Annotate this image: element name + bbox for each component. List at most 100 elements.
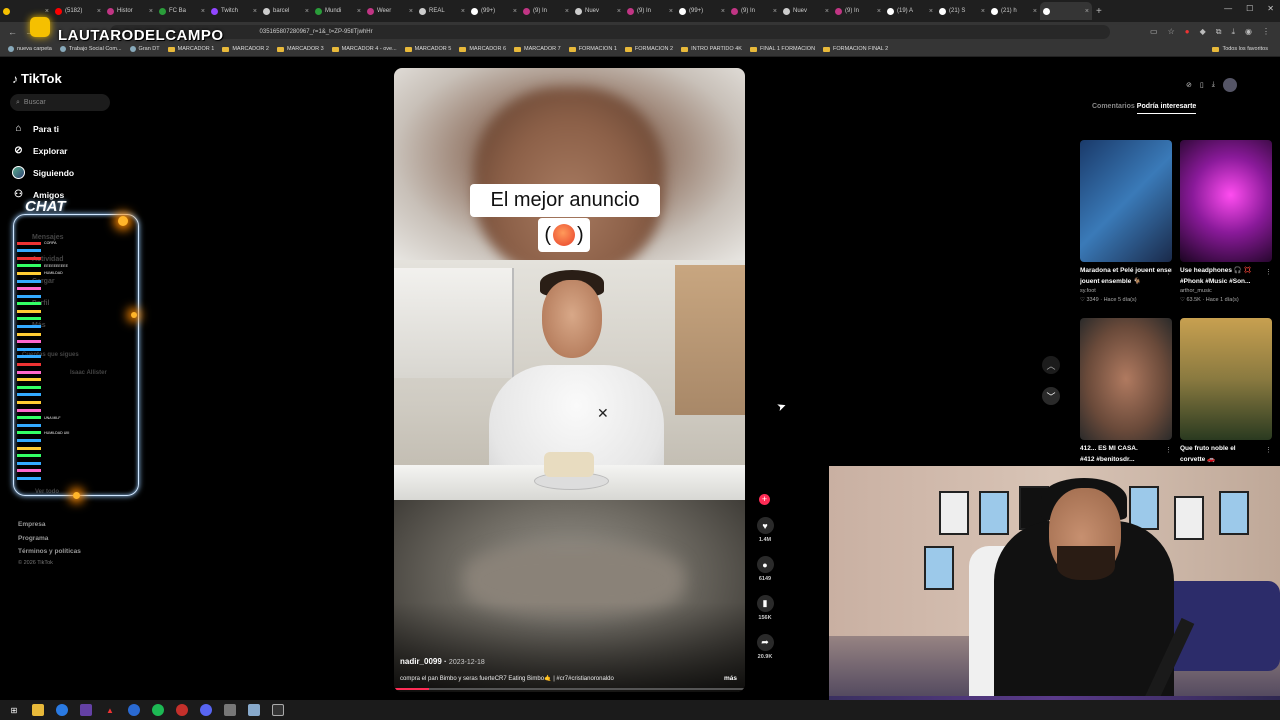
tab-close-icon[interactable]: × (773, 8, 777, 15)
minimize-icon[interactable]: — (1224, 4, 1232, 13)
browser-tab[interactable]: REAL × (416, 2, 468, 20)
previous-video-button[interactable]: ︿ (1042, 356, 1060, 374)
tab-podria-interesarte[interactable]: Podría interesarte (1136, 103, 1197, 114)
card-author[interactable]: sy.foot (1080, 287, 1172, 296)
bookmark-item[interactable]: MARCADOR 5 (404, 46, 451, 52)
download-app-icon[interactable]: ⤓ (1212, 81, 1215, 89)
video-thumbnail[interactable] (1180, 140, 1272, 262)
bookmark-star-icon[interactable]: ☆ (1168, 27, 1175, 37)
browser-tab[interactable]: barcel × (260, 2, 312, 20)
app-grid-icon[interactable] (80, 704, 92, 716)
tab-close-icon[interactable]: × (201, 8, 205, 15)
file-explorer-icon[interactable] (32, 704, 44, 716)
browser-tab[interactable]: (99+) × (676, 2, 728, 20)
close-window-icon[interactable]: ✕ (1267, 4, 1274, 13)
discord-icon[interactable] (200, 704, 212, 716)
tab-close-icon[interactable]: × (461, 8, 465, 15)
save-action[interactable]: ▮ 156K (754, 595, 776, 621)
footer-programa[interactable]: Programa (18, 535, 48, 542)
tiktok-logo[interactable]: ♪ TikTok (12, 71, 62, 86)
tab-close-icon[interactable]: × (877, 8, 881, 15)
browser-tab[interactable]: × (1040, 2, 1092, 20)
tab-close-icon[interactable]: × (825, 8, 829, 15)
tab-close-icon[interactable]: × (1033, 8, 1037, 15)
bookmark-item[interactable]: MARCADOR 6 (459, 46, 506, 52)
bookmark-item[interactable]: FORMACION FINAL 2 (823, 46, 888, 52)
footer-empresa[interactable]: Empresa (18, 521, 45, 528)
extension-icon[interactable]: ◆ (1200, 27, 1206, 37)
tab-close-icon[interactable]: × (929, 8, 933, 15)
nav-siguiendo[interactable]: Siguiendo (12, 166, 74, 179)
settings-icon[interactable]: ⊘ (1186, 81, 1192, 89)
new-tab-button[interactable]: + (1096, 6, 1102, 17)
notes-icon[interactable] (224, 704, 236, 716)
recommended-video-card[interactable]: ⋮Maradona et Pelé jouent ensemble ⚽... jo… (1080, 140, 1172, 305)
browser-tab[interactable]: (9) In × (624, 2, 676, 20)
author-name[interactable]: nadir_0099 (400, 657, 442, 666)
more-options-icon[interactable]: ⋮ (1165, 268, 1172, 276)
browser-tab[interactable]: Nuev × (572, 2, 624, 20)
video-author[interactable]: nadir_0099 · 2023-12-18 (400, 657, 485, 666)
maximize-icon[interactable]: ☐ (1246, 4, 1253, 13)
browser-tab[interactable]: (9) In × (520, 2, 572, 20)
share-action[interactable]: ➦ 20.9K (754, 634, 776, 660)
browser-tab[interactable]: (19) A × (884, 2, 936, 20)
tab-close-icon[interactable]: × (1085, 8, 1089, 15)
card-author[interactable]: arthor_music (1180, 287, 1272, 296)
bookmark-item[interactable]: MARCADOR 1 (167, 46, 214, 52)
video-thumbnail[interactable] (1180, 318, 1272, 440)
browser-tab[interactable]: FC Ba × (156, 2, 208, 20)
more-button[interactable]: más (724, 675, 737, 682)
video-thumbnail[interactable] (1080, 140, 1172, 262)
search-input[interactable]: ⌕ Buscar (10, 94, 110, 111)
bookmark-item[interactable]: Trabajo Social Com... (59, 46, 122, 52)
bookmark-item[interactable]: nueva carpeta (8, 46, 52, 52)
tab-close-icon[interactable]: × (513, 8, 517, 15)
phone-icon[interactable]: ▯ (1200, 81, 1204, 89)
record-icon[interactable]: ● (1185, 27, 1190, 37)
more-options-icon[interactable]: ⋮ (1165, 446, 1172, 454)
bookmark-item[interactable]: MARCADOR 3 (276, 46, 324, 52)
back-icon[interactable]: ← (8, 27, 17, 37)
browser-tab[interactable]: (21) S × (936, 2, 988, 20)
tab-close-icon[interactable]: × (97, 8, 101, 15)
bookmark-item[interactable]: MARCADOR 2 (222, 46, 269, 52)
recommended-video-card[interactable]: ⋮ 412... ES MI CASA. #412 #benitosdr... (1080, 318, 1172, 465)
browser-tab[interactable]: (9) In × (832, 2, 884, 20)
tab-close-icon[interactable]: × (669, 8, 673, 15)
more-options-icon[interactable]: ⋮ (1265, 446, 1272, 454)
browser-tab[interactable]: Twitch × (208, 2, 260, 20)
video-player[interactable]: ✕ El mejor anuncio ( ) nadir_0099 · 2023… (394, 68, 745, 692)
browser-tab[interactable]: Histor × (104, 2, 156, 20)
video-thumbnail[interactable] (1080, 318, 1172, 440)
browser-tab[interactable]: (99+) × (468, 2, 520, 20)
profile-avatar[interactable] (1222, 78, 1237, 92)
chrome-icon[interactable] (56, 704, 68, 716)
all-bookmarks[interactable]: Todos los favoritos (1212, 46, 1268, 52)
tab-close-icon[interactable]: × (149, 8, 153, 15)
obs-icon[interactable] (272, 704, 284, 716)
browser-tab[interactable]: (9) In × (728, 2, 780, 20)
browser-tab[interactable]: (5182) × (52, 2, 104, 20)
bookmark-item[interactable]: MARCADOR 4 - ove... (331, 46, 397, 52)
app-icon[interactable] (248, 704, 260, 716)
next-video-button[interactable]: ﹀ (1042, 387, 1060, 405)
spotify-icon[interactable] (152, 704, 164, 716)
tab-close-icon[interactable]: × (565, 8, 569, 15)
extensions-puzzle-icon[interactable]: ⧉ (1216, 27, 1222, 37)
browser-tab[interactable]: Mundi × (312, 2, 364, 20)
follow-button[interactable]: + (759, 494, 770, 505)
nav-para-ti[interactable]: ⌂ Para ti (12, 122, 59, 135)
bookmark-item[interactable]: FORMACION 2 (624, 46, 673, 52)
tab-comentarios[interactable]: Comentarios (1092, 103, 1135, 114)
tab-close-icon[interactable]: × (253, 8, 257, 15)
browser-tab[interactable]: Weer × (364, 2, 416, 20)
edge-icon[interactable] (128, 704, 140, 716)
tab-close-icon[interactable]: × (45, 8, 49, 15)
bookmark-item[interactable]: INTRO PARTIDO 4K (681, 46, 742, 52)
tab-close-icon[interactable]: × (409, 8, 413, 15)
nav-explorar[interactable]: ⊘ Explorar (12, 144, 67, 157)
more-options-icon[interactable]: ⋮ (1265, 268, 1272, 276)
cast-icon[interactable]: ▭ (1150, 27, 1158, 37)
download-icon[interactable]: ⤓ (1231, 27, 1235, 37)
